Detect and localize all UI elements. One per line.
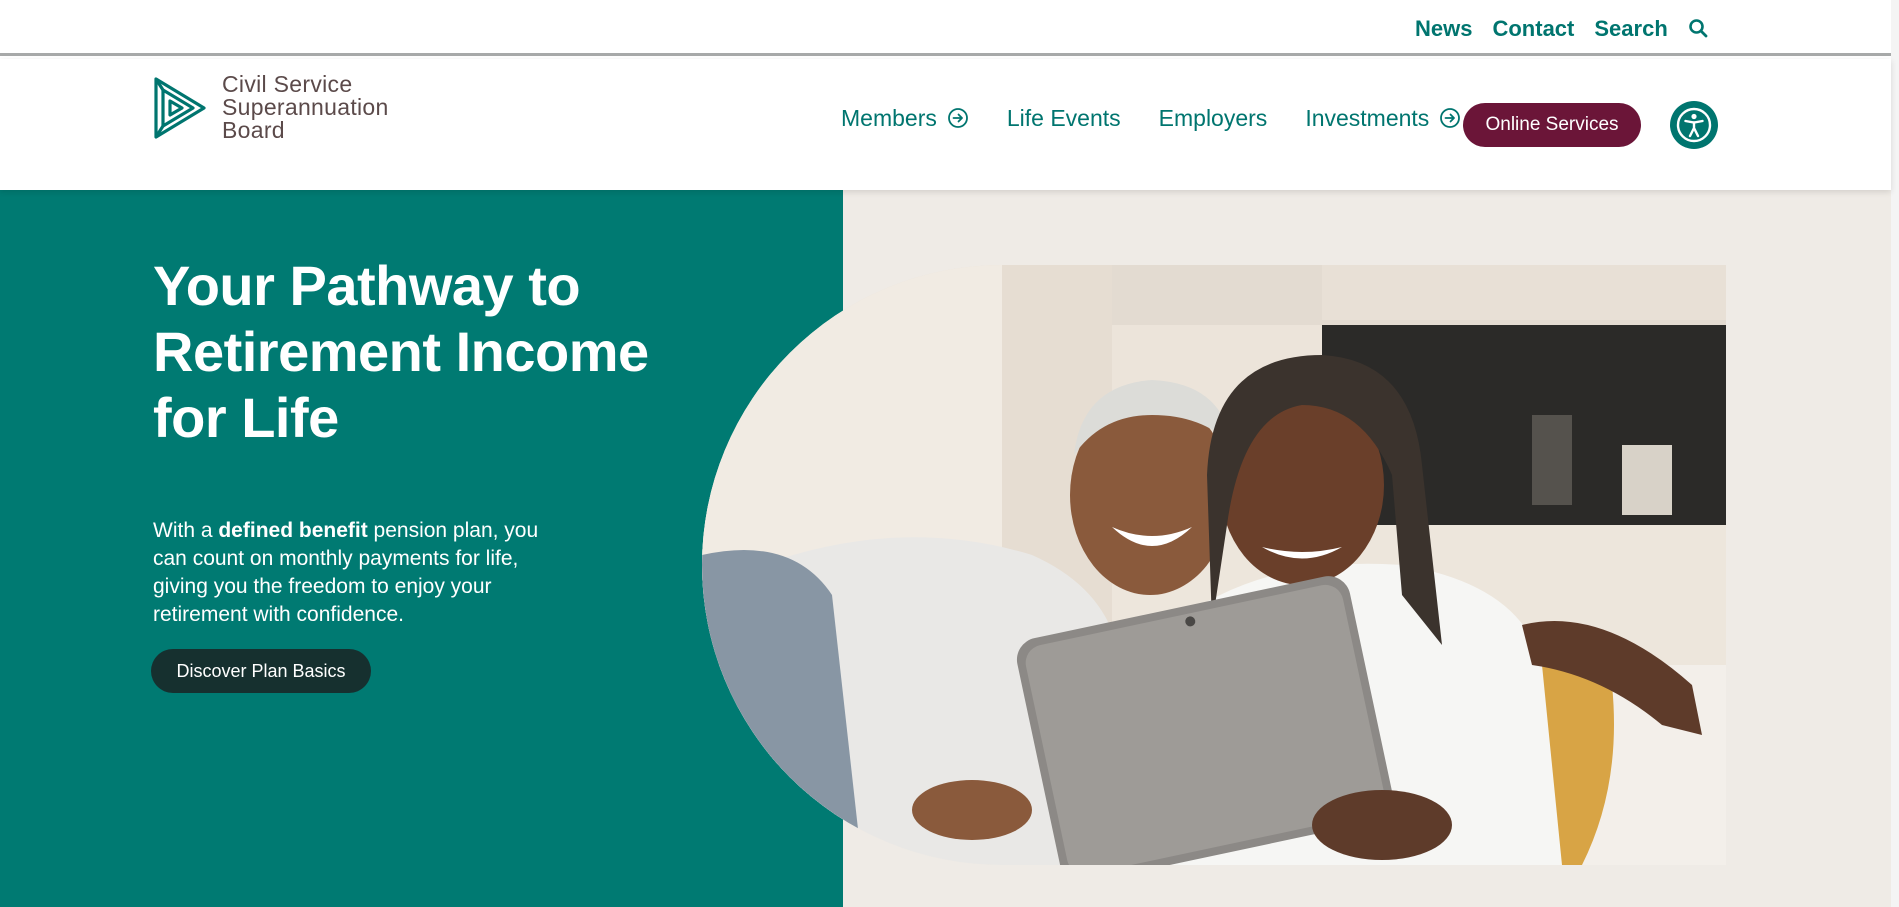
hero-description: With a defined benefit pension plan, you… — [153, 517, 573, 629]
hero-section: Your Pathway to Retirement Income for Li… — [0, 190, 1891, 907]
arrow-right-circle-icon — [947, 108, 968, 128]
nav-item-investments[interactable]: Investments — [1305, 103, 1461, 133]
search-icon[interactable] — [1688, 18, 1708, 38]
utility-links: News Contact Search — [1415, 14, 1688, 44]
discover-plan-basics-button[interactable]: Discover Plan Basics — [151, 649, 371, 693]
nav-label-employers: Employers — [1158, 105, 1268, 131]
logo-line-3: Board — [222, 117, 285, 143]
nav-label-investments: Investments — [1305, 105, 1430, 131]
scrollbar[interactable] — [1891, 0, 1899, 907]
main-header: Civil Service Superannuation Board Membe… — [0, 59, 1891, 190]
utility-link-search[interactable]: Search — [1594, 14, 1667, 44]
nav-label-life-events: Life Events — [1006, 105, 1121, 131]
triangle-logo-icon — [154, 77, 206, 139]
accessibility-icon — [1676, 107, 1712, 143]
nav-label-members: Members — [841, 105, 937, 131]
nav-item-employers[interactable]: Employers — [1159, 103, 1268, 133]
utility-bar: News Contact Search — [0, 0, 1891, 56]
nav-item-members[interactable]: Members — [841, 103, 969, 133]
online-services-button[interactable]: Online Services — [1463, 103, 1641, 147]
nav-item-life-events[interactable]: Life Events — [1007, 103, 1121, 133]
utility-link-contact[interactable]: Contact — [1492, 14, 1574, 44]
logo-line-2: Superannuation — [222, 94, 389, 120]
page: News Contact Search Civil Service Supera… — [0, 0, 1899, 907]
logo-line-1: Civil Service — [222, 71, 353, 97]
utility-link-news[interactable]: News — [1415, 14, 1472, 44]
arrow-right-circle-icon — [1440, 108, 1461, 128]
hero-photo — [702, 265, 1726, 865]
logo-text: Civil Service Superannuation Board — [222, 73, 389, 142]
hero-description-prefix: With a — [153, 519, 219, 542]
main-nav: Members Life Events Employers Investment… — [841, 103, 1481, 133]
hero-description-bold: defined benefit — [218, 519, 368, 542]
hero-title: Your Pathway to Retirement Income for Li… — [153, 254, 649, 449]
couple-with-tablet-photo — [702, 265, 1726, 865]
accessibility-button[interactable] — [1670, 101, 1718, 149]
site-logo[interactable]: Civil Service Superannuation Board — [150, 73, 389, 142]
